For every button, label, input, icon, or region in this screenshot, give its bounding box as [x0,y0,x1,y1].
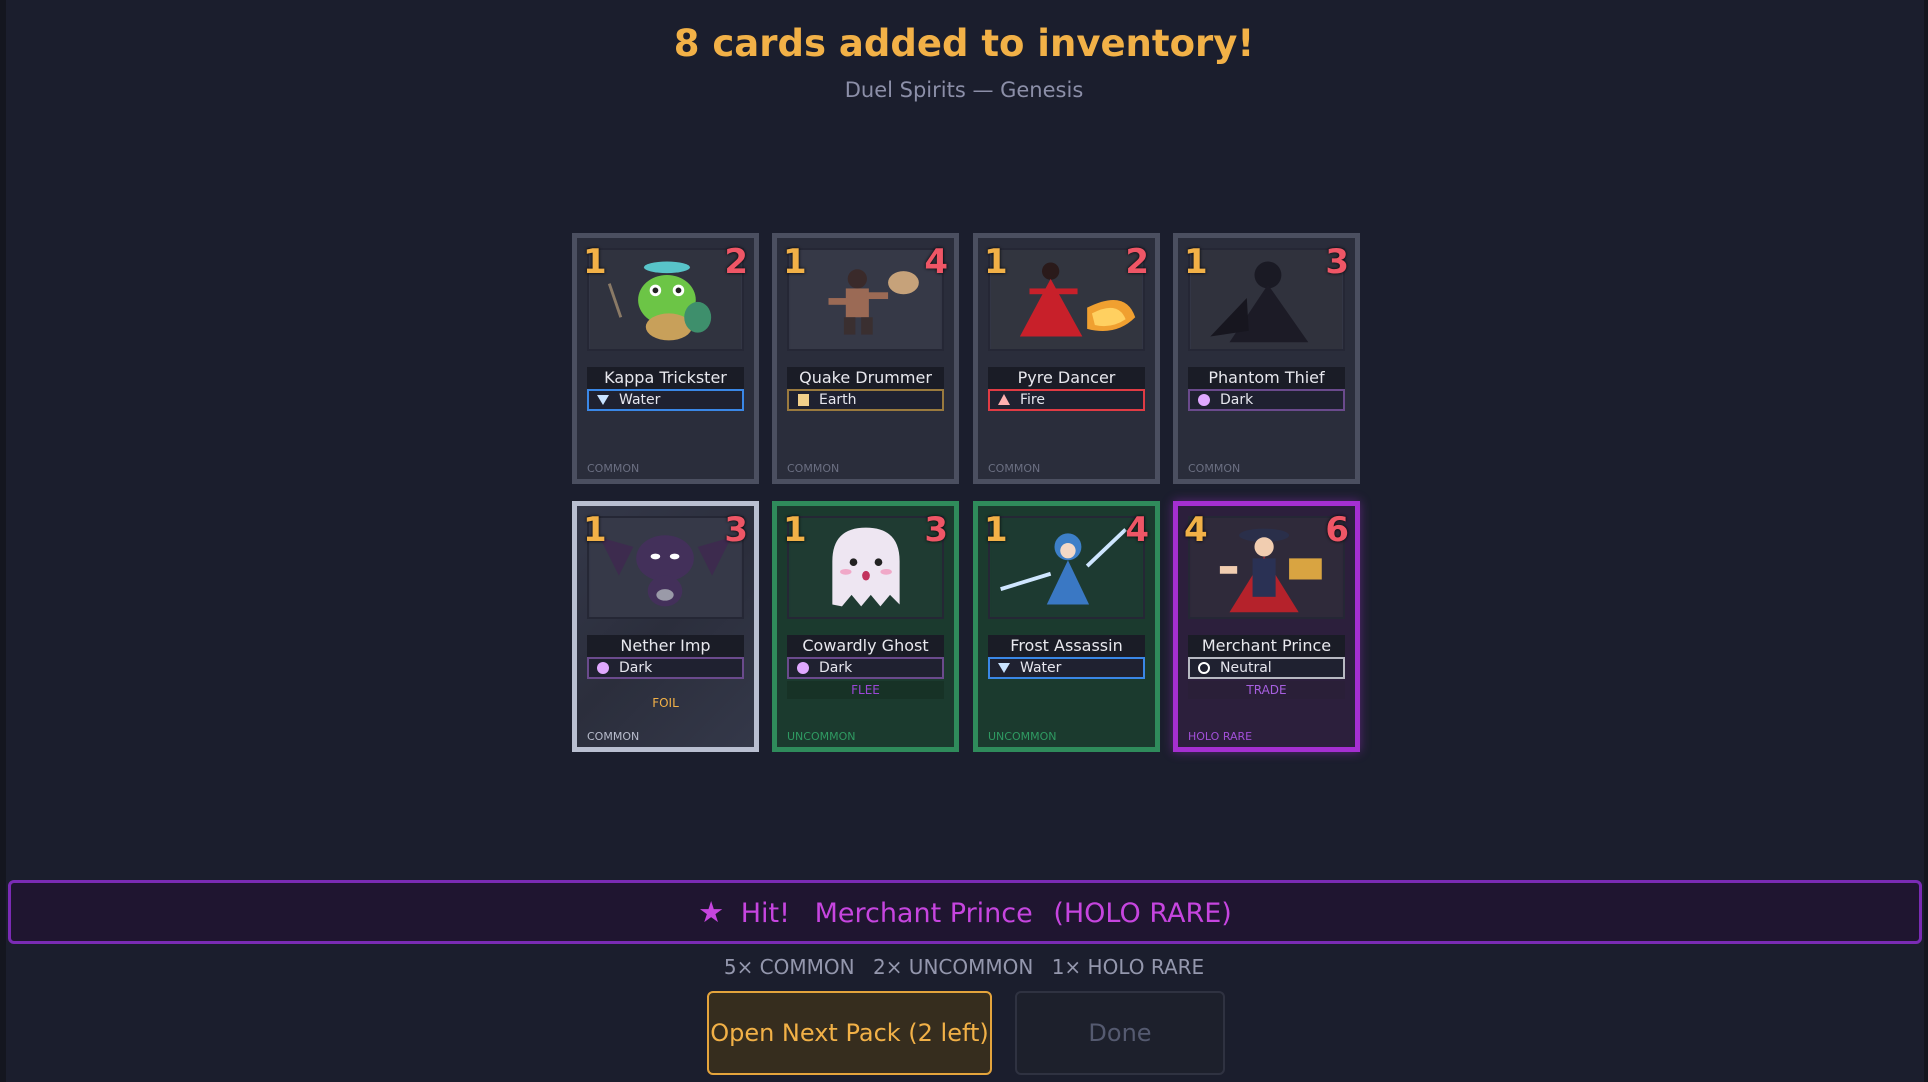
rarity-label: UNCOMMON [988,730,1057,743]
star-icon: ★ [698,895,725,929]
rarity-label: COMMON [988,462,1041,475]
pack-result-title: 8 cards added to inventory! [673,22,1255,65]
card-cost: 1 [583,242,607,282]
done-button[interactable]: Done [1015,991,1225,1075]
set-name: Duel Spirits — Genesis [844,78,1084,102]
dark-circle-icon [1198,394,1210,406]
card-power: 3 [724,510,748,550]
card-power: 4 [1125,510,1149,550]
card-name: Merchant Prince [1188,635,1345,657]
summary-holo-rare: 1× HOLO RARE [1051,955,1205,979]
hit-label: Hit! [740,898,790,929]
card-name: Phantom Thief [1188,367,1345,389]
keyword-flee: FLEE [787,681,944,699]
element-badge: Water [587,389,744,411]
card-name: Frost Assassin [988,635,1145,657]
card-cost: 1 [783,510,807,550]
card-art [787,516,944,619]
card-cost: 1 [984,510,1008,550]
earth-square-icon [798,394,809,406]
card-cost: 4 [1184,510,1208,550]
rarity-label: HOLO RARE [1188,730,1253,743]
card-merchant-prince[interactable]: 4 6 Merchant Prince Neutral TRADE HOLO R… [1173,501,1360,752]
dark-circle-icon [597,662,609,674]
card-art [787,248,944,351]
card-power: 3 [1325,242,1349,282]
rarity-label: COMMON [587,730,640,743]
card-quake-drummer[interactable]: 1 4 Quake Drummer Earth COMMON [772,233,959,484]
card-power: 2 [1125,242,1149,282]
element-badge: Dark [1188,389,1345,411]
card-cost: 1 [984,242,1008,282]
fire-triangle-icon [998,394,1010,405]
element-badge: Dark [587,657,744,679]
element-badge: Water [988,657,1145,679]
summary-uncommon: 2× UNCOMMON [872,955,1034,979]
rarity-label: COMMON [787,462,840,475]
rarity-summary: 5× COMMON 2× UNCOMMON 1× HOLO RARE [0,955,1928,979]
open-next-pack-button[interactable]: Open Next Pack (2 left) [707,991,992,1075]
card-nether-imp[interactable]: 1 3 Nether Imp Dark FOIL COMMON [572,501,759,752]
card-pyre-dancer[interactable]: 1 2 Pyre Dancer Fire COMMON [973,233,1160,484]
card-art [988,248,1145,351]
card-name: Nether Imp [587,635,744,657]
rarity-label: UNCOMMON [787,730,856,743]
neutral-ring-icon [1198,662,1210,674]
element-badge: Dark [787,657,944,679]
card-art [587,248,744,351]
rarity-label: COMMON [587,462,640,475]
card-power: 3 [924,510,948,550]
dark-circle-icon [797,662,809,674]
card-frost-assassin[interactable]: 1 4 Frost Assassin Water UNCOMMON [973,501,1160,752]
card-cowardly-ghost[interactable]: 1 3 Cowardly Ghost Dark FLEE UNCOMMON [772,501,959,752]
card-power: 2 [724,242,748,282]
card-art [587,516,744,619]
hit-banner: ★ Hit! Merchant Prince (HOLO RARE) [8,880,1922,944]
hit-card-name: Merchant Prince [814,898,1033,929]
card-name: Quake Drummer [787,367,944,389]
element-badge: Neutral [1188,657,1345,679]
rarity-label: COMMON [1188,462,1241,475]
card-name: Pyre Dancer [988,367,1145,389]
water-triangle-icon [998,663,1010,673]
keyword-trade: TRADE [1188,681,1345,699]
card-art [1188,516,1345,619]
hit-rarity: (HOLO RARE) [1053,898,1232,929]
card-cost: 1 [1184,242,1208,282]
card-art [1188,248,1345,351]
card-art [988,516,1145,619]
card-phantom-thief[interactable]: 1 3 Phantom Thief Dark COMMON [1173,233,1360,484]
card-cost: 1 [583,510,607,550]
foil-tag: FOIL [652,696,679,710]
card-name: Kappa Trickster [587,367,744,389]
card-power: 6 [1325,510,1349,550]
card-kappa-trickster[interactable]: 1 2 Kappa Trickster Water COMMON [572,233,759,484]
card-cost: 1 [783,242,807,282]
card-name: Cowardly Ghost [787,635,944,657]
water-triangle-icon [597,395,609,405]
card-power: 4 [924,242,948,282]
element-badge: Fire [988,389,1145,411]
summary-common: 5× COMMON [723,955,855,979]
element-badge: Earth [787,389,944,411]
